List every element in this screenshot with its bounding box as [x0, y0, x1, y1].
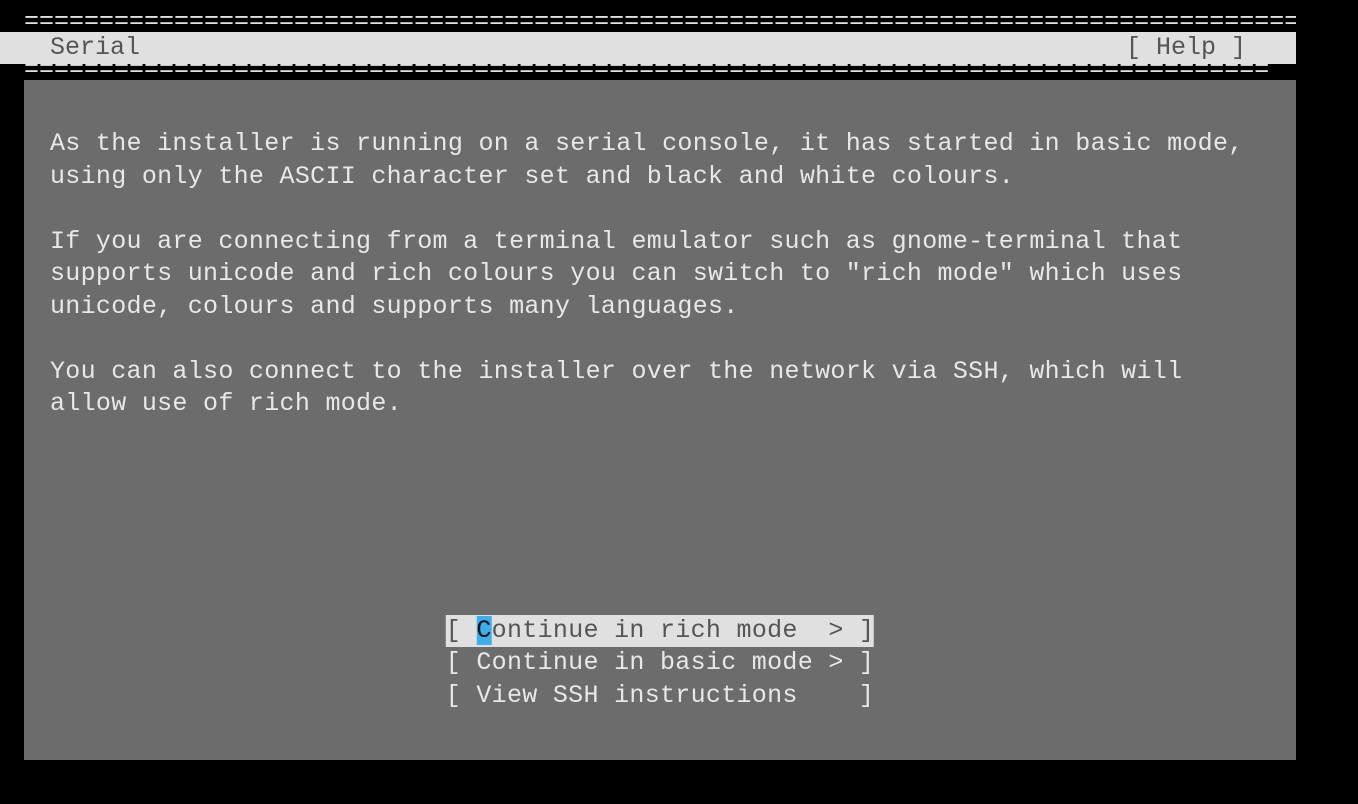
title-bar: Serial [ Help ] — [0, 32, 1296, 64]
help-button[interactable]: [ Help ] — [1126, 32, 1246, 65]
menu-bracket-open: [ — [446, 616, 477, 645]
paragraph-1: As the installer is running on a serial … — [50, 128, 1250, 193]
menu-option-rich-mode-row: [ Continue in rich mode > ] — [446, 615, 874, 648]
cursor-icon: C — [476, 616, 491, 645]
page-title: Serial — [50, 32, 140, 65]
top-spacer — [0, 0, 1358, 16]
menu-option-rich-mode-label: ontinue in rich mode > ] — [492, 616, 875, 645]
main-content: As the installer is running on a serial … — [24, 80, 1296, 760]
menu-option-basic-mode[interactable]: [ Continue in basic mode > ] — [446, 647, 874, 680]
paragraph-3: You can also connect to the installer ov… — [50, 356, 1250, 421]
menu-option-rich-mode[interactable]: [ Continue in rich mode > ] — [446, 615, 874, 648]
installer-screen: ========================================… — [0, 0, 1358, 804]
menu-option-ssh-instructions[interactable]: [ View SSH instructions ] — [446, 680, 874, 713]
bottom-border-line: ========================================… — [24, 64, 1269, 80]
menu-options: [ Continue in rich mode > ] [ Continue i… — [446, 615, 874, 713]
paragraph-2: If you are connecting from a terminal em… — [50, 226, 1250, 324]
top-border-line: ========================================… — [24, 16, 1296, 32]
